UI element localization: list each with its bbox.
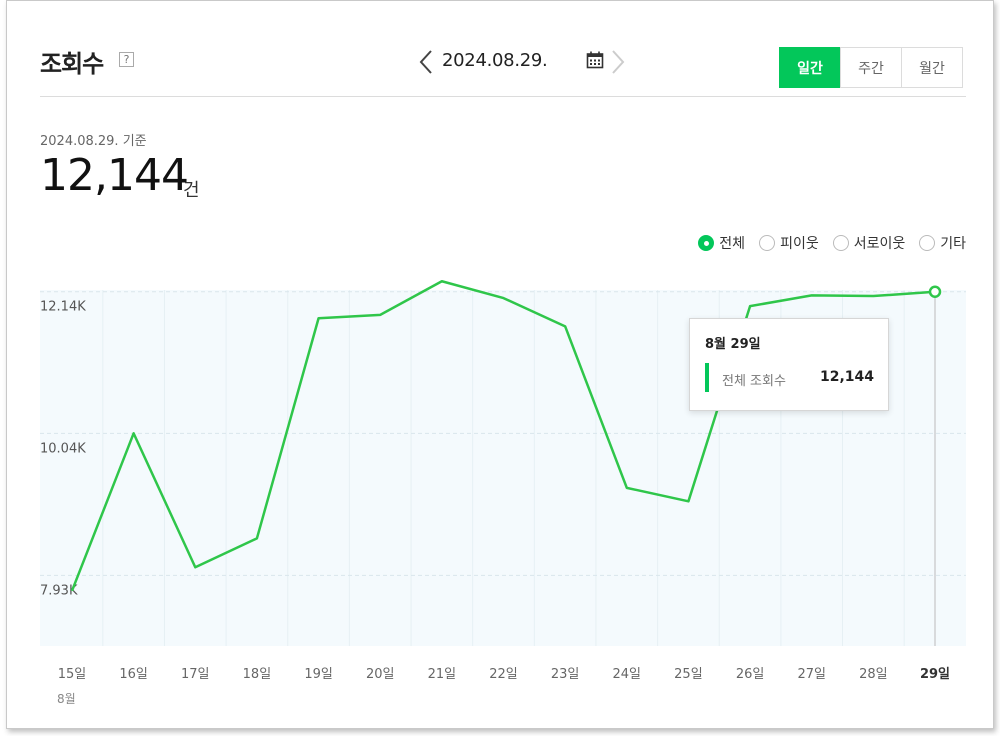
highlighted-data-point	[928, 285, 942, 298]
chart-tooltip: 8월 29일 전체 조회수 12,144	[689, 318, 889, 411]
x-tick-label: 15일	[58, 667, 87, 682]
x-tick-label: 20일	[366, 667, 395, 682]
x-tick-label: 26일	[736, 667, 765, 682]
y-tick-label: 12.14K	[40, 300, 86, 315]
x-tick-label: 18일	[243, 667, 272, 682]
x-tick-label: 28일	[859, 667, 888, 682]
tooltip-label: 전체 조회수	[722, 374, 786, 389]
x-tick-label: 23일	[551, 667, 580, 682]
x-tick-label: 24일	[613, 667, 642, 682]
x-tick-label: 29일	[920, 667, 950, 682]
x-tick-label: 25일	[674, 667, 703, 682]
tooltip-series-marker	[705, 363, 709, 392]
x-tick-label: 27일	[797, 667, 826, 682]
tooltip-title: 8월 29일	[705, 337, 761, 352]
tooltip-value: 12,144	[819, 369, 874, 385]
x-tick-label: 21일	[428, 667, 457, 682]
y-tick-label: 10.04K	[40, 441, 86, 456]
x-axis-month-label: 8월	[57, 692, 76, 706]
x-tick-label: 19일	[304, 667, 333, 682]
x-tick-label: 16일	[119, 667, 148, 682]
x-tick-label: 17일	[181, 667, 210, 682]
x-tick-label: 22일	[489, 667, 518, 682]
